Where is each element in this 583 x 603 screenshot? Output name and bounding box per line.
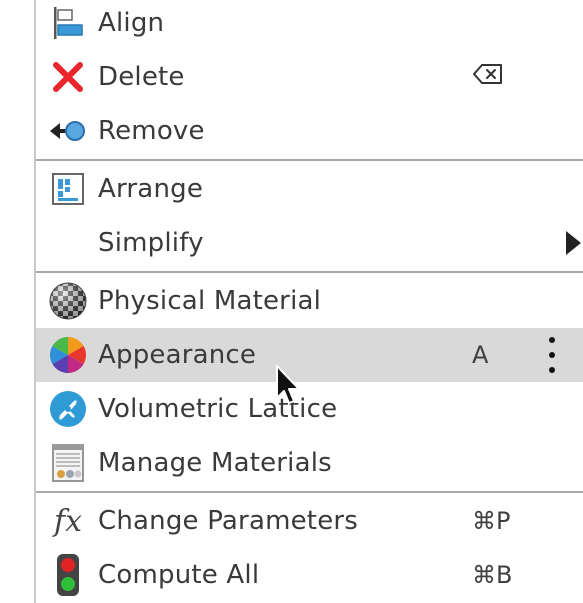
menu-item-label: Simplify <box>98 228 204 258</box>
menu-item-align[interactable]: Align <box>36 0 583 50</box>
menu-item-label: Remove <box>98 116 205 146</box>
menu-item-delete[interactable]: Delete <box>36 50 583 104</box>
physical-material-icon <box>46 279 90 323</box>
appearance-icon <box>46 333 90 377</box>
shortcut-label: ⌘P <box>472 507 511 535</box>
menu-item-physical-material[interactable]: Physical Material <box>36 274 583 328</box>
menu-separator <box>36 491 583 493</box>
delete-key-icon <box>472 62 504 92</box>
menu-item-manage-materials[interactable]: Manage Materials <box>36 436 583 490</box>
shortcut-label: A <box>472 341 489 369</box>
shortcut-label: ⌘B <box>472 561 513 589</box>
arrange-icon <box>46 167 90 211</box>
menu-item-label: Appearance <box>98 340 257 370</box>
delete-x-icon <box>46 55 90 99</box>
menu-item-label: Physical Material <box>98 286 322 316</box>
menu-item-label: Compute All <box>98 560 260 590</box>
menu-separator <box>36 271 583 273</box>
menu-item-label: Manage Materials <box>98 448 332 478</box>
menu-item-appearance[interactable]: Appearance A <box>36 328 583 382</box>
left-gutter <box>0 0 34 603</box>
traffic-light-icon <box>46 553 90 597</box>
menu-item-compute-all[interactable]: Compute All ⌘B <box>36 548 583 602</box>
manage-materials-icon <box>46 441 90 485</box>
context-menu: Align Delete Remove Arrange Simplify Phy… <box>36 0 583 603</box>
fx-icon: fx <box>53 503 83 539</box>
menu-item-change-parameters[interactable]: fx Change Parameters ⌘P <box>36 494 583 548</box>
menu-item-remove[interactable]: Remove <box>36 104 583 158</box>
menu-item-label: Change Parameters <box>98 506 359 536</box>
remove-icon <box>46 109 90 153</box>
submenu-arrow-icon <box>566 231 581 255</box>
menu-item-volumetric-lattice[interactable]: Volumetric Lattice <box>36 382 583 436</box>
menu-item-label: Delete <box>98 62 185 92</box>
menu-item-label: Arrange <box>98 174 204 204</box>
align-icon <box>46 1 90 45</box>
menu-item-arrange[interactable]: Arrange <box>36 162 583 216</box>
volumetric-lattice-icon <box>46 387 90 431</box>
more-options-icon[interactable] <box>548 337 556 373</box>
menu-separator <box>36 159 583 161</box>
mouse-cursor-icon <box>274 364 304 408</box>
menu-item-label: Align <box>98 8 165 38</box>
menu-item-simplify[interactable]: Simplify <box>36 216 583 270</box>
